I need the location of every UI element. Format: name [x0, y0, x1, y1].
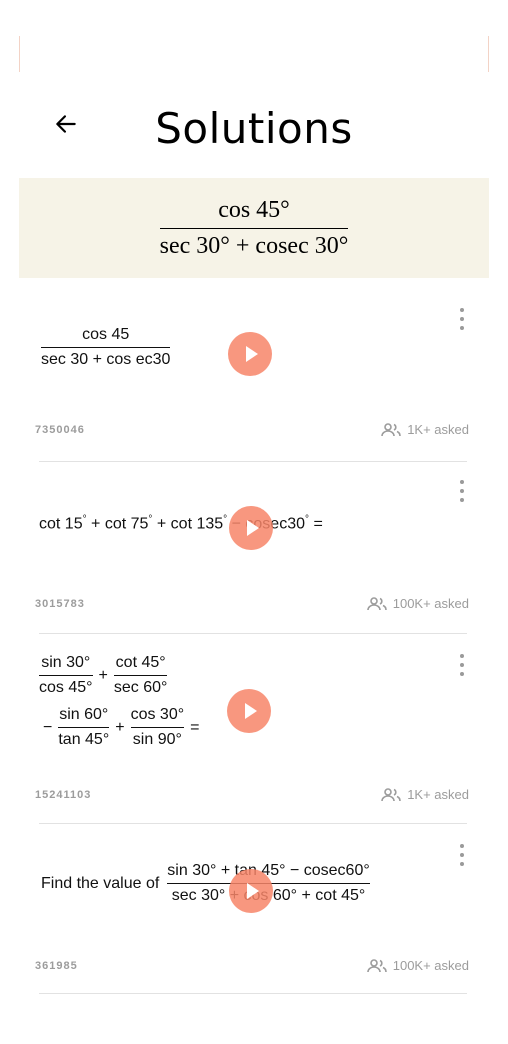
fraction-denominator: cos 45° [39, 679, 93, 696]
people-icon [366, 596, 387, 610]
plus-sign: + [115, 718, 125, 736]
fraction-denominator: sin 90° [132, 731, 182, 748]
question-banner: cos 45° sec 30° + cosec 30° [19, 178, 489, 278]
dot-icon [460, 326, 464, 330]
solution-card[interactable]: sin 30° cos 45° + cot 45° sec 60° − sin … [19, 634, 489, 824]
asked-label: 1K+ asked [407, 787, 469, 802]
expression-line-1: sin 30° cos 45° + cot 45° sec 60° [39, 654, 168, 697]
question-prefix: Find the value of [41, 874, 160, 892]
minus-sign: − [43, 718, 53, 736]
fraction-denominator: tan 45° [58, 731, 110, 748]
page-title: Solutions [155, 104, 353, 153]
solution-question: Find the value of sin 30° + tan 45° − co… [41, 862, 370, 905]
play-video-button[interactable] [229, 506, 273, 550]
degree-symbol: ° [305, 514, 309, 525]
fraction: cos 30° sin 90° [130, 706, 185, 749]
fraction-bar [41, 347, 171, 348]
solution-card[interactable]: cos 45 sec 30 + cos ec30 7350046 1K+ ask… [19, 280, 489, 462]
play-icon [247, 520, 259, 536]
question-id: 361985 [35, 960, 78, 972]
play-video-button[interactable] [228, 332, 272, 376]
question-numerator: cos 45° [218, 196, 290, 223]
dot-icon [460, 862, 464, 866]
degree-symbol: ° [148, 514, 153, 525]
expression-term: + cot 135 [156, 515, 224, 533]
fraction: sin 30° cos 45° [39, 654, 93, 697]
solution-card[interactable]: cot 15° + cot 75° + cot 135° − cosec30° … [19, 462, 489, 634]
plus-sign: + [98, 666, 108, 684]
question-fraction: cos 45° sec 30° + cosec 30° [159, 196, 349, 260]
fraction-bar [58, 727, 110, 728]
fraction-denominator: sec 60° [113, 679, 168, 696]
more-options-button[interactable] [455, 654, 469, 676]
more-options-button[interactable] [455, 480, 469, 502]
fraction-numerator: cos 30° [130, 706, 185, 723]
play-icon [245, 703, 257, 719]
solution-question: cos 45 sec 30 + cos ec30 [41, 326, 171, 369]
fraction-numerator: cot 45° [115, 654, 166, 671]
dot-icon [460, 663, 464, 667]
people-icon [381, 787, 402, 801]
question-fraction: cos 45 sec 30 + cos ec30 [41, 326, 171, 369]
fraction-numerator: cos 45 [82, 326, 130, 343]
people-icon [381, 422, 402, 436]
question-id: 7350046 [35, 424, 85, 436]
question-id: 3015783 [35, 598, 85, 610]
question-denominator: sec 30° + cosec 30° [159, 232, 349, 259]
fraction-numerator: sin 60° [59, 706, 109, 723]
dot-icon [460, 853, 464, 857]
equals-sign: = [190, 718, 200, 736]
more-options-button[interactable] [455, 308, 469, 330]
asked-count: 100K+ asked [366, 958, 469, 973]
dot-icon [460, 498, 464, 502]
dot-icon [460, 672, 464, 676]
play-video-button[interactable] [229, 869, 273, 913]
expression-term: + cot 75 [91, 515, 149, 533]
degree-symbol: ° [82, 514, 87, 525]
fraction-bar [39, 675, 93, 676]
degree-symbol: ° [223, 514, 228, 525]
asked-label: 100K+ asked [392, 958, 469, 973]
card-divider [39, 993, 467, 994]
equals-sign: = [313, 515, 323, 533]
play-icon [247, 883, 259, 899]
fraction-bar [130, 727, 185, 728]
more-options-button[interactable] [455, 844, 469, 866]
fraction-bar [159, 227, 349, 229]
dot-icon [460, 489, 464, 493]
asked-count: 1K+ asked [381, 422, 469, 437]
solution-card[interactable]: Find the value of sin 30° + tan 45° − co… [19, 824, 489, 994]
dot-icon [460, 480, 464, 484]
play-video-button[interactable] [227, 689, 271, 733]
fraction-denominator: sec 30 + cos ec30 [41, 351, 171, 368]
asked-count: 100K+ asked [366, 596, 469, 611]
dot-icon [460, 654, 464, 658]
asked-label: 100K+ asked [392, 596, 469, 611]
question-id: 15241103 [35, 789, 92, 801]
expression-line-2: − sin 60° tan 45° + cos 30° sin 90° = [43, 706, 199, 749]
play-icon [246, 346, 258, 362]
dot-icon [460, 317, 464, 321]
asked-count: 1K+ asked [381, 787, 469, 802]
fraction: cot 45° sec 60° [113, 654, 168, 697]
fraction-numerator: sin 30° [41, 654, 91, 671]
dot-icon [460, 308, 464, 312]
top-strip [19, 36, 489, 72]
fraction: sin 60° tan 45° [58, 706, 110, 749]
dot-icon [460, 844, 464, 848]
fraction-bar [113, 675, 168, 676]
asked-label: 1K+ asked [407, 422, 469, 437]
solution-question: cot 15° + cot 75° + cot 135° − cosec30° … [39, 514, 323, 533]
expression-term: cot 15 [39, 515, 83, 533]
people-icon [366, 958, 387, 972]
